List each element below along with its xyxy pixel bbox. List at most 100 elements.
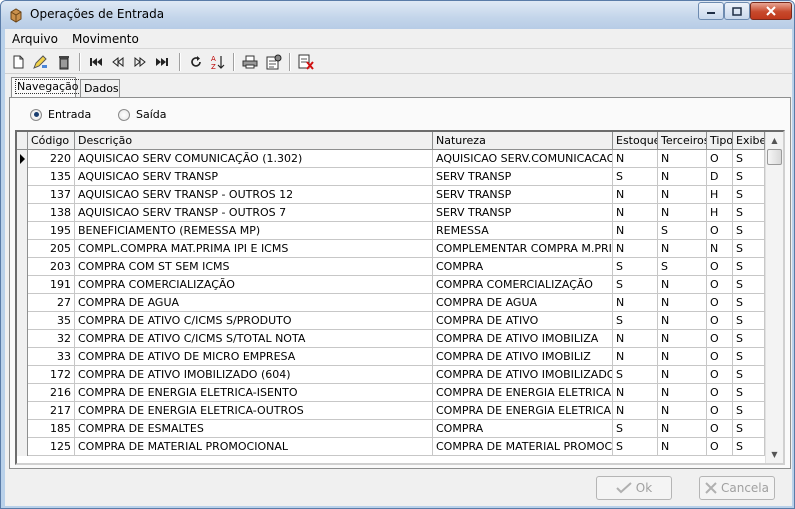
row-indicator[interactable] [17,312,28,330]
cell-descricao[interactable]: COMPRA DE ATIVO IMOBILIZADO (604) [75,366,433,384]
cell-descricao[interactable]: AQUISICAO SERV TRANSP [75,168,433,186]
cell-natureza[interactable]: COMPRA DE MATERIAL PROMOCI [433,438,613,456]
cell-terceiros[interactable]: N [658,168,707,186]
properties-icon[interactable] [265,53,283,71]
delete-icon[interactable] [55,53,73,71]
table-row[interactable]: 191 COMPRA COMERCIALIZAÇÃO COMPRA COMERCIA… [17,276,765,294]
cell-tipo[interactable]: O [707,384,733,402]
exit-icon[interactable] [297,53,315,71]
cell-descricao[interactable]: COMPRA COM ST SEM ICMS [75,258,433,276]
cell-exibe[interactable]: S [733,438,765,456]
column-header-tipo[interactable]: Tipo [707,132,733,150]
row-indicator[interactable] [17,276,28,294]
last-record-icon[interactable] [153,53,171,71]
close-button[interactable] [750,2,792,20]
cell-natureza[interactable]: COMPRA DE ATIVO IMOBILIZA [433,330,613,348]
row-indicator[interactable] [17,348,28,366]
cell-terceiros[interactable]: N [658,330,707,348]
cell-natureza[interactable]: SERV TRANSP [433,186,613,204]
cell-terceiros[interactable]: N [658,366,707,384]
cell-exibe[interactable]: S [733,222,765,240]
cell-natureza[interactable]: REMESSA [433,222,613,240]
cell-codigo[interactable]: 135 [28,168,75,186]
cell-exibe[interactable]: S [733,240,765,258]
column-header-terceiros[interactable]: Terceiros [658,132,707,150]
cell-terceiros[interactable]: N [658,402,707,420]
cell-codigo[interactable]: 138 [28,204,75,222]
row-indicator[interactable] [17,168,28,186]
first-record-icon[interactable] [87,53,105,71]
cell-natureza[interactable]: COMPRA DE ATIVO IMOBILIZ [433,348,613,366]
cell-estoque[interactable]: N [613,402,658,420]
cell-terceiros[interactable]: N [658,204,707,222]
cell-estoque[interactable]: N [613,348,658,366]
cell-terceiros[interactable]: N [658,348,707,366]
cell-codigo[interactable]: 195 [28,222,75,240]
previous-record-icon[interactable] [109,53,127,71]
cell-estoque[interactable]: N [613,204,658,222]
sort-icon[interactable]: AZ [209,53,227,71]
cell-descricao[interactable]: COMPRA DE ATIVO C/ICMS S/TOTAL NOTA [75,330,433,348]
row-indicator[interactable] [17,438,28,456]
cell-estoque[interactable]: N [613,186,658,204]
cell-exibe[interactable]: S [733,294,765,312]
row-indicator[interactable] [17,222,28,240]
cell-codigo[interactable]: 33 [28,348,75,366]
cell-natureza[interactable]: COMPRA DE ATIVO [433,312,613,330]
cell-terceiros[interactable]: S [658,222,707,240]
cell-codigo[interactable]: 185 [28,420,75,438]
cell-codigo[interactable]: 191 [28,276,75,294]
menu-movimento[interactable]: Movimento [72,32,139,46]
cell-descricao[interactable]: COMPRA DE AGUA [75,294,433,312]
table-row[interactable]: 220 AQUISICAO SERV COMUNICAÇÃO (1.302) AQU… [17,150,765,168]
cell-estoque[interactable]: S [613,258,658,276]
cell-tipo[interactable]: O [707,294,733,312]
cell-terceiros[interactable]: N [658,276,707,294]
cell-tipo[interactable]: O [707,366,733,384]
row-indicator[interactable] [17,402,28,420]
cell-codigo[interactable]: 205 [28,240,75,258]
cell-tipo[interactable]: O [707,258,733,276]
cell-estoque[interactable]: S [613,276,658,294]
vertical-scrollbar[interactable]: ▲ ▼ [765,132,783,463]
cell-tipo[interactable]: O [707,348,733,366]
column-header-descricao[interactable]: Descrição [75,132,433,150]
scroll-down-icon[interactable]: ▼ [766,446,783,463]
cell-estoque[interactable]: S [613,312,658,330]
print-icon[interactable] [241,53,259,71]
column-header-estoque[interactable]: Estoque [613,132,658,150]
cell-codigo[interactable]: 203 [28,258,75,276]
table-row[interactable]: 172 COMPRA DE ATIVO IMOBILIZADO (604) COMP… [17,366,765,384]
cell-codigo[interactable]: 27 [28,294,75,312]
table-row[interactable]: 217 COMPRA DE ENERGIA ELETRICA-OUTROS COMP… [17,402,765,420]
cell-estoque[interactable]: N [613,294,658,312]
row-indicator[interactable] [17,366,28,384]
row-indicator[interactable] [17,384,28,402]
row-indicator[interactable] [17,186,28,204]
minimize-button[interactable] [698,2,724,20]
cell-exibe[interactable]: S [733,384,765,402]
column-header-codigo[interactable]: Código [28,132,75,150]
cell-natureza[interactable]: COMPRA [433,258,613,276]
cell-exibe[interactable]: S [733,312,765,330]
cell-natureza[interactable]: COMPRA DE ATIVO IMOBILIZADO [433,366,613,384]
cell-descricao[interactable]: COMPRA DE ATIVO DE MICRO EMPRESA [75,348,433,366]
cell-estoque[interactable]: N [613,330,658,348]
cell-descricao[interactable]: COMPRA DE ESMALTES [75,420,433,438]
cell-terceiros[interactable]: N [658,186,707,204]
cell-estoque[interactable]: S [613,438,658,456]
scroll-thumb[interactable] [767,149,782,165]
cell-tipo[interactable]: O [707,330,733,348]
cell-exibe[interactable]: S [733,402,765,420]
table-row[interactable]: 32 COMPRA DE ATIVO C/ICMS S/TOTAL NOTA COM… [17,330,765,348]
table-row[interactable]: 203 COMPRA COM ST SEM ICMS COMPRA S S O S [17,258,765,276]
cell-tipo[interactable]: H [707,186,733,204]
maximize-button[interactable] [724,2,750,20]
cell-tipo[interactable]: O [707,312,733,330]
cell-terceiros[interactable]: N [658,294,707,312]
table-row[interactable]: 135 AQUISICAO SERV TRANSP SERV TRANSP S N D S [17,168,765,186]
current-row-indicator[interactable] [17,150,28,168]
cell-estoque[interactable]: N [613,222,658,240]
radio-entrada[interactable]: Entrada [30,108,91,121]
cell-tipo[interactable]: O [707,276,733,294]
